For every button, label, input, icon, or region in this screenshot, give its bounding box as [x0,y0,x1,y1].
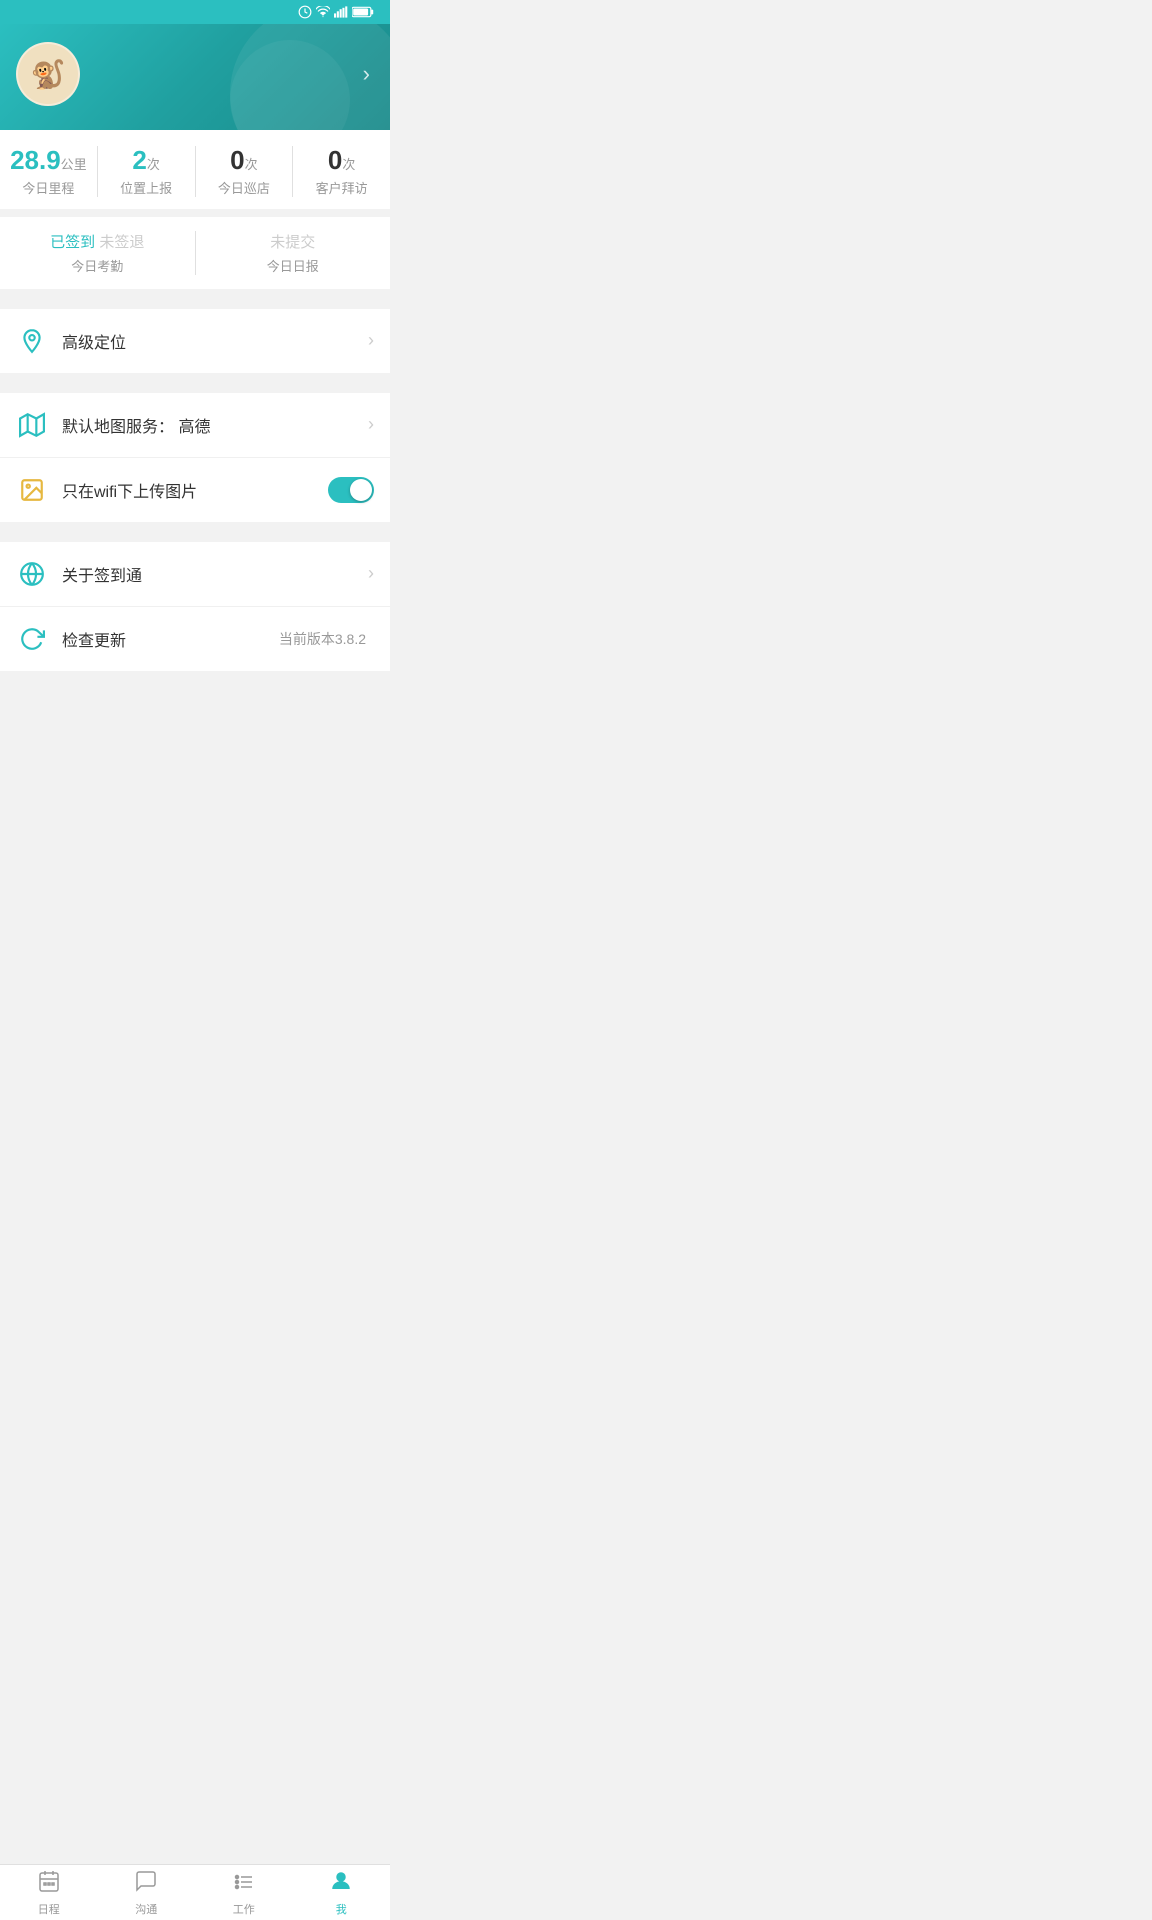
menu-arrow-about: › [368,563,374,584]
map-icon [16,409,48,441]
header-banner[interactable]: 🐒 › [0,24,390,130]
menu-arrow-advanced-location: › [368,330,374,351]
attend-item-1: 未提交今日日报 [196,231,391,275]
calendar-tab-icon [37,1869,61,1898]
menu-item-wifi-upload[interactable]: 只在wifi下上传图片 [0,458,390,522]
menu-section-advanced-location: 高级定位› [0,309,390,373]
menu-gap-1 [0,373,390,383]
status-bar [0,0,390,24]
wifi-icon [316,6,330,18]
location-icon [16,325,48,357]
status-right [294,5,378,19]
user-info [94,71,374,77]
stats-section: 28.9公里今日里程2次位置上报0次今日巡店0次客户拜访 [0,130,390,209]
menu-text-default-map: 默认地图服务： 高德 [62,413,368,437]
menu-text-wifi-upload: 只在wifi下上传图片 [62,478,328,502]
menu-text-about: 关于签到通 [62,562,368,586]
menu-gap-2 [0,522,390,532]
tab-item-schedule[interactable]: 日程 [0,1865,98,1920]
tab-item-me[interactable]: 我 [293,1865,391,1920]
avatar: 🐒 [16,42,80,106]
menu-section-map-wifi: 默认地图服务： 高德› 只在wifi下上传图片 [0,393,390,522]
tab-label-schedule: 日程 [38,1901,60,1917]
tab-label-work: 工作 [233,1901,255,1917]
tab-label-me: 我 [336,1901,347,1917]
chat-tab-icon [134,1869,158,1898]
menu-value-check-update: 当前版本3.8.2 [279,629,366,649]
stat-item-2: 0次今日巡店 [196,146,294,197]
stat-item-3: 0次客户拜访 [293,146,390,197]
attend-item-0: 已签到 未签退今日考勤 [0,231,196,275]
section-divider-1 [0,289,390,299]
tab-label-chat: 沟通 [135,1901,157,1917]
bottom-tab-bar: 日程 沟通 工作 我 [0,1864,390,1920]
tab-item-chat[interactable]: 沟通 [98,1865,196,1920]
tab-item-work[interactable]: 工作 [195,1865,293,1920]
menu-text-check-update: 检查更新 [62,627,279,651]
header-arrow-icon: › [363,61,370,87]
menu-item-check-update[interactable]: 检查更新当前版本3.8.2 [0,607,390,671]
toggle-wifi-upload[interactable] [328,477,374,503]
stat-item-1: 2次位置上报 [98,146,196,197]
list-tab-icon [232,1869,256,1898]
image-icon [16,474,48,506]
menu-arrow-default-map: › [368,414,374,435]
attendance-section: 已签到 未签退今日考勤未提交今日日报 [0,217,390,289]
person-tab-icon [329,1869,353,1898]
globe-icon [16,558,48,590]
menu-item-advanced-location[interactable]: 高级定位› [0,309,390,373]
clock-icon [298,5,312,19]
battery-icon [352,6,374,18]
menu-item-about[interactable]: 关于签到通› [0,542,390,607]
refresh-icon [16,623,48,655]
signal-icon [334,6,348,18]
menu-item-default-map[interactable]: 默认地图服务： 高德› [0,393,390,458]
menu-text-advanced-location: 高级定位 [62,329,368,353]
menu-section-about-update: 关于签到通› 检查更新当前版本3.8.2 [0,542,390,671]
stat-item-0: 28.9公里今日里程 [0,146,98,197]
